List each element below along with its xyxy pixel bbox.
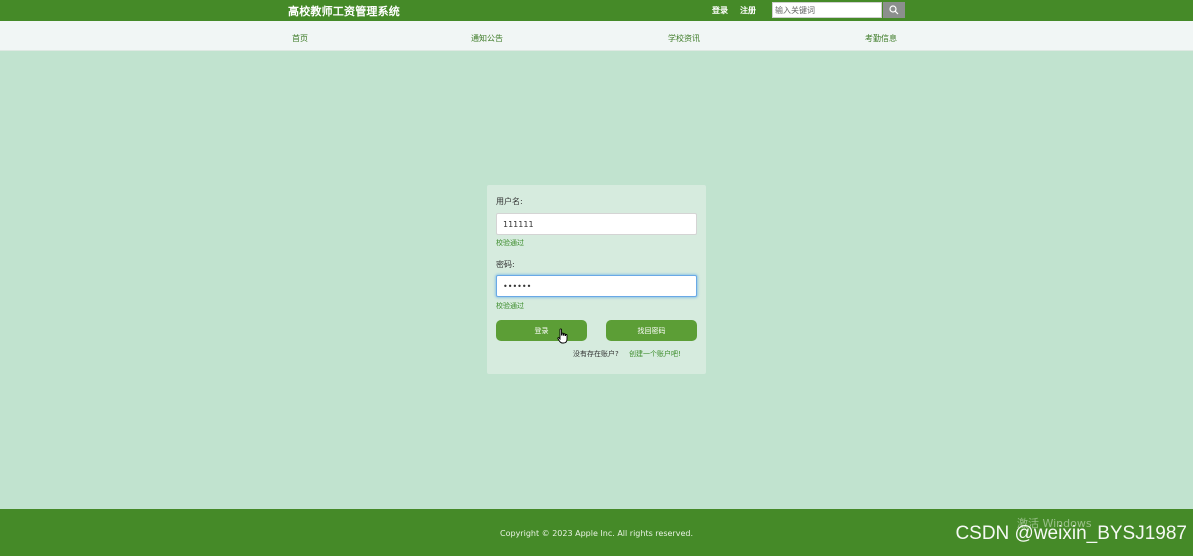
site-title: 高校教师工资管理系统 bbox=[288, 5, 400, 18]
username-label: 用户名: bbox=[496, 197, 523, 206]
login-link[interactable]: 登录 bbox=[712, 5, 728, 16]
search-input[interactable] bbox=[772, 2, 882, 18]
password-valid-message: 校验通过 bbox=[496, 302, 524, 310]
create-account-link[interactable]: 创建一个账户吧! bbox=[629, 349, 681, 359]
nav-item-notices[interactable]: 通知公告 bbox=[471, 33, 503, 44]
forgot-password-button[interactable]: 找回密码 bbox=[606, 320, 697, 341]
nav-item-attendance[interactable]: 考勤信息 bbox=[865, 33, 897, 44]
search-icon bbox=[889, 5, 899, 15]
hand-cursor-icon bbox=[557, 328, 568, 344]
nav-item-school-news[interactable]: 学校资讯 bbox=[668, 33, 700, 44]
login-button[interactable]: 登录 bbox=[496, 320, 587, 341]
login-form: 用户名: 校验通过 密码: 校验通过 登录 找回密码 没有存在账户? 创建一个账… bbox=[487, 185, 706, 374]
nav-item-home[interactable]: 首页 bbox=[292, 33, 308, 44]
username-field[interactable] bbox=[496, 213, 697, 235]
password-field[interactable] bbox=[496, 275, 697, 297]
footer: Copyright © 2023 Apple Inc. All rights r… bbox=[0, 509, 1193, 556]
search-button[interactable] bbox=[883, 2, 905, 18]
no-account-text: 没有存在账户? bbox=[573, 350, 619, 358]
register-link[interactable]: 注册 bbox=[740, 5, 756, 16]
username-valid-message: 校验通过 bbox=[496, 239, 524, 247]
top-bar: 高校教师工资管理系统 登录 注册 bbox=[0, 0, 1193, 21]
password-label: 密码: bbox=[496, 260, 515, 269]
main-nav: 首页 通知公告 学校资讯 考勤信息 bbox=[0, 21, 1193, 51]
page: 高校教师工资管理系统 登录 注册 首页 通知公告 学校资讯 考勤信息 用户名: … bbox=[0, 0, 1193, 556]
csdn-watermark: CSDN @weixin_BYSJ1987 bbox=[955, 523, 1187, 544]
